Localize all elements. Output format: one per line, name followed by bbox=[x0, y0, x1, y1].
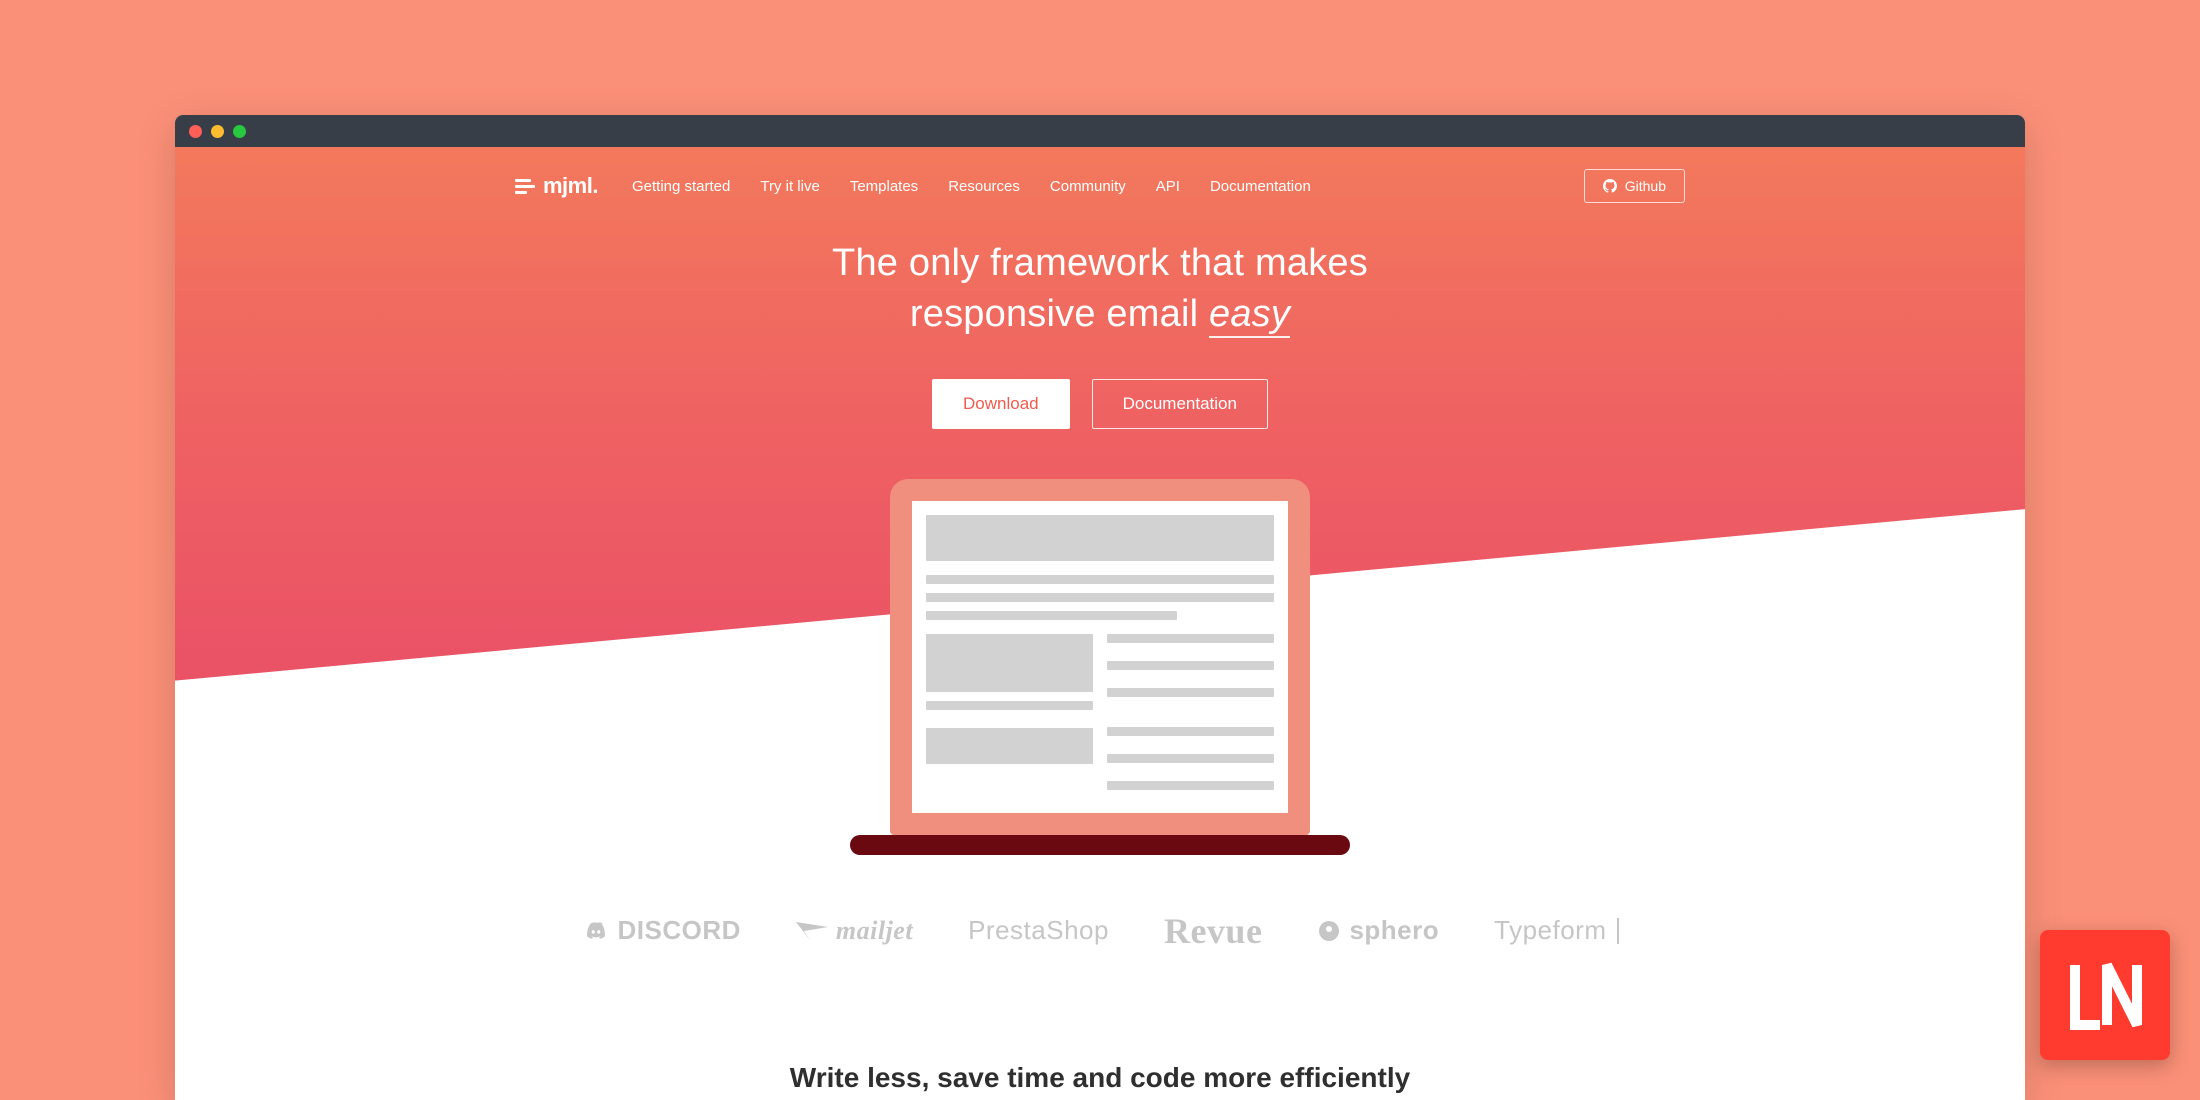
documentation-button[interactable]: Documentation bbox=[1092, 379, 1268, 429]
brand-logo-row: DISCORD mailjet PrestaShop Revue sphero … bbox=[175, 910, 2025, 952]
laptop-body bbox=[890, 479, 1310, 835]
laptop-base bbox=[850, 835, 1350, 855]
nav-resources[interactable]: Resources bbox=[948, 178, 1020, 195]
typeform-cursor-icon bbox=[1617, 918, 1619, 944]
brand-typeform: Typeform bbox=[1494, 915, 1618, 946]
window-maximize-icon[interactable] bbox=[233, 125, 246, 138]
headline-emphasis: easy bbox=[1209, 293, 1290, 338]
nav-links: Getting started Try it live Templates Re… bbox=[632, 178, 1311, 195]
nav-documentation[interactable]: Documentation bbox=[1210, 178, 1311, 195]
headline-line2: responsive email easy bbox=[175, 289, 2025, 340]
laptop-illustration bbox=[890, 479, 1310, 855]
corner-badge[interactable] bbox=[2040, 930, 2170, 1060]
brand-name: mjml. bbox=[543, 173, 598, 199]
github-button[interactable]: Github bbox=[1584, 169, 1685, 203]
top-nav: mjml. Getting started Try it live Templa… bbox=[175, 147, 2025, 213]
brand-mailjet: mailjet bbox=[796, 916, 913, 946]
hero-cta-row: Download Documentation bbox=[175, 379, 2025, 429]
brand-prestashop: PrestaShop bbox=[968, 915, 1109, 946]
nav-getting-started[interactable]: Getting started bbox=[632, 178, 730, 195]
logo-mark-icon bbox=[515, 179, 535, 194]
mailjet-icon bbox=[796, 922, 828, 940]
nav-try-it-live[interactable]: Try it live bbox=[760, 178, 819, 195]
github-icon bbox=[1603, 179, 1617, 193]
download-button[interactable]: Download bbox=[932, 379, 1070, 429]
browser-window: mjml. Getting started Try it live Templa… bbox=[175, 115, 2025, 1100]
window-titlebar bbox=[175, 115, 2025, 147]
headline-line1: The only framework that makes bbox=[175, 238, 2025, 289]
nav-community[interactable]: Community bbox=[1050, 178, 1126, 195]
nav-templates[interactable]: Templates bbox=[850, 178, 918, 195]
nav-api[interactable]: API bbox=[1156, 178, 1180, 195]
window-minimize-icon[interactable] bbox=[211, 125, 224, 138]
brand-discord: DISCORD bbox=[582, 915, 741, 946]
brand-revue: Revue bbox=[1164, 910, 1262, 952]
section-tagline: Write less, save time and code more effi… bbox=[175, 1062, 2025, 1094]
discord-icon bbox=[582, 920, 610, 942]
page-content: mjml. Getting started Try it live Templa… bbox=[175, 147, 2025, 1100]
sphero-icon bbox=[1317, 919, 1341, 943]
hero-headline: The only framework that makes responsive… bbox=[175, 238, 2025, 341]
window-close-icon[interactable] bbox=[189, 125, 202, 138]
brand-sphero: sphero bbox=[1317, 915, 1439, 946]
laptop-screen bbox=[912, 501, 1288, 813]
brand-logo[interactable]: mjml. bbox=[515, 173, 598, 199]
ln-logo-icon bbox=[2065, 955, 2145, 1035]
github-label: Github bbox=[1625, 178, 1666, 194]
